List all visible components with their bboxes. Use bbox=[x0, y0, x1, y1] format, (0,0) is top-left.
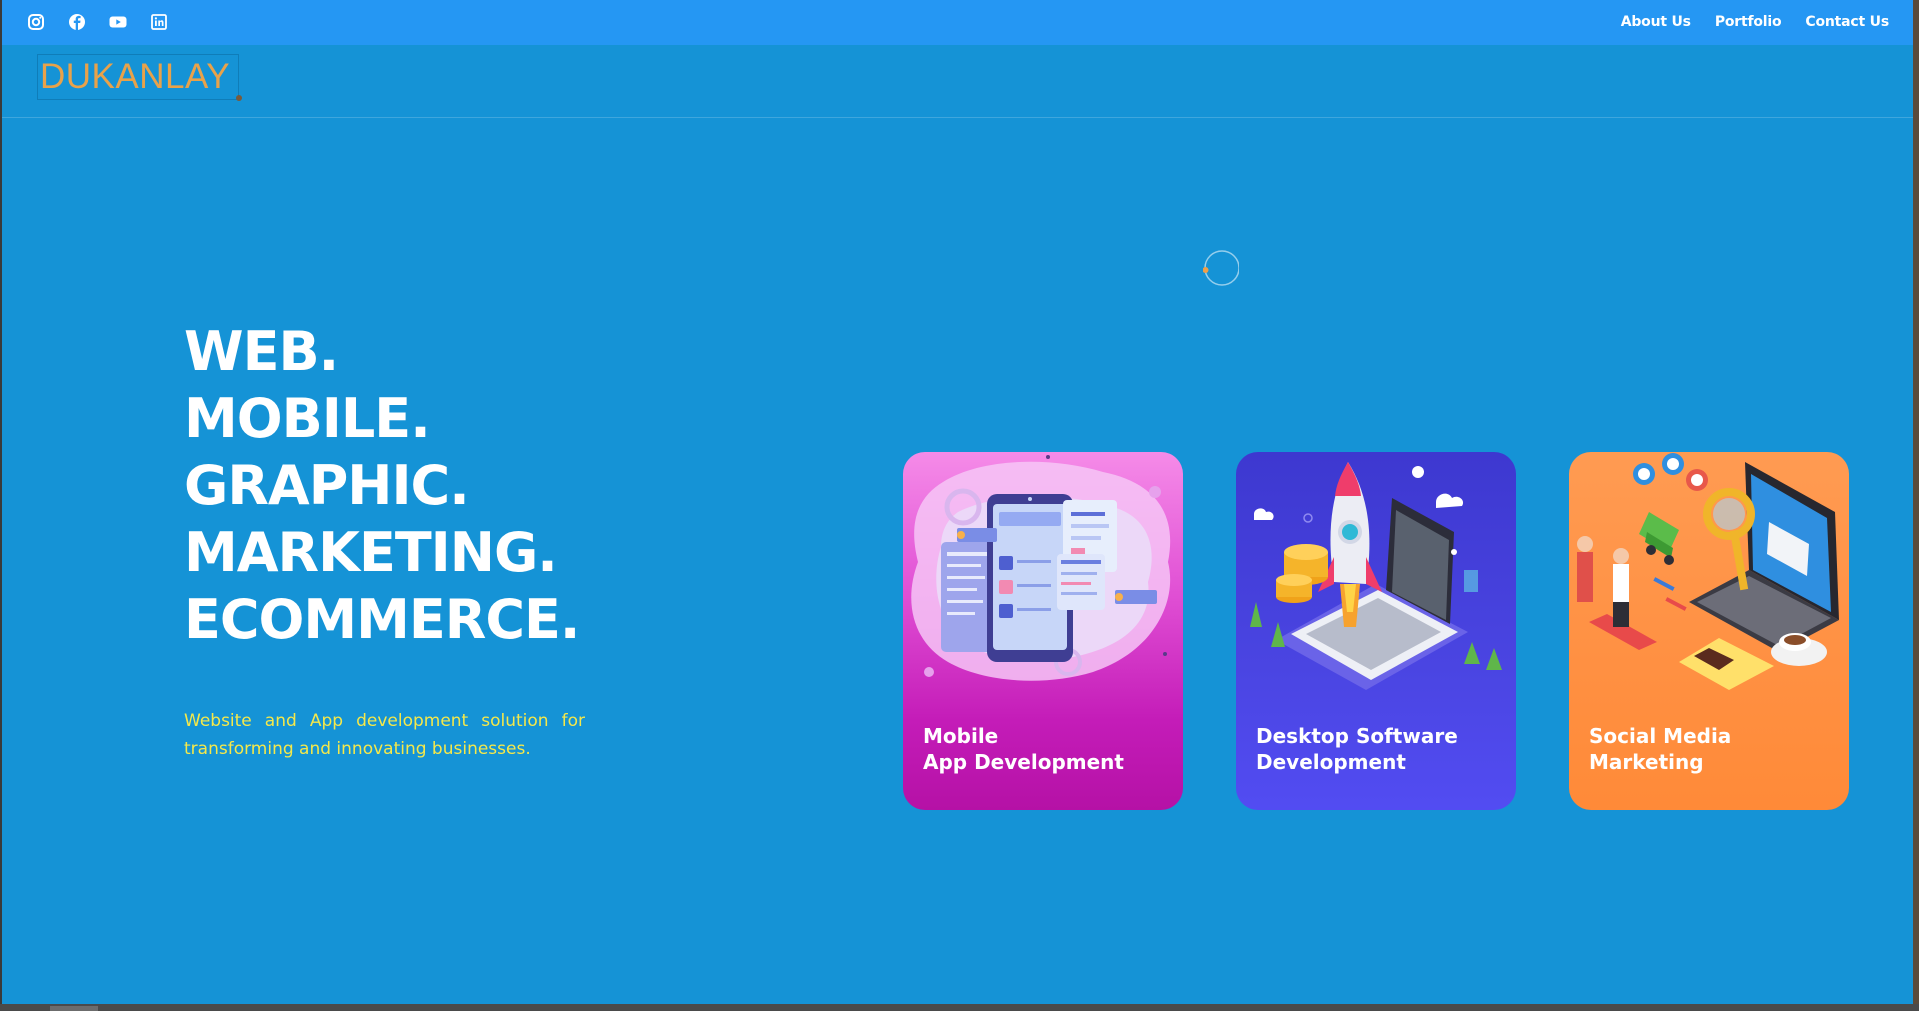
hero-line-ecommerce: ECOMMERCE. bbox=[184, 588, 580, 651]
youtube-icon[interactable] bbox=[108, 12, 128, 32]
service-card-desktop[interactable]: Desktop Software Development bbox=[1236, 452, 1516, 810]
hero-line-marketing: MARKETING. bbox=[184, 521, 558, 584]
window-edge bbox=[1913, 0, 1919, 1011]
card-title: Mobile App Development bbox=[923, 723, 1173, 775]
nav-about-us[interactable]: About Us bbox=[1621, 14, 1691, 30]
social-links bbox=[26, 12, 190, 32]
card-title-line1: Social Media bbox=[1589, 724, 1732, 748]
main-nav: About Us Portfolio Contact Us bbox=[1597, 14, 1889, 30]
horizontal-scrollbar[interactable] bbox=[0, 1004, 1919, 1011]
nav-contact-us[interactable]: Contact Us bbox=[1805, 14, 1889, 30]
hero-line-graphic: GRAPHIC. bbox=[184, 454, 470, 517]
card-title-line1: Mobile bbox=[923, 724, 999, 748]
hero-line-web: WEB. bbox=[184, 320, 339, 383]
top-bar: About Us Portfolio Contact Us bbox=[2, 0, 1913, 45]
page: About Us Portfolio Contact Us DUKANLAY W… bbox=[2, 0, 1913, 1004]
site-logo[interactable]: DUKANLAY bbox=[38, 55, 242, 101]
card-title-line2: App Development bbox=[923, 750, 1124, 774]
logo-text: DUKANLAY bbox=[40, 57, 231, 96]
card-title-line2: Marketing bbox=[1589, 750, 1704, 774]
hero-tagline: Website and App development solution for… bbox=[184, 711, 585, 759]
rocket-laptop-illustration bbox=[1250, 462, 1502, 690]
card-title: Social Media Marketing bbox=[1589, 723, 1839, 775]
facebook-icon[interactable] bbox=[67, 12, 87, 32]
linkedin-icon[interactable] bbox=[149, 12, 169, 32]
logo-dot bbox=[236, 95, 242, 101]
loading-spinner-icon bbox=[1203, 250, 1239, 286]
nav-portfolio[interactable]: Portfolio bbox=[1715, 14, 1782, 30]
hero-line-mobile: MOBILE. bbox=[184, 387, 431, 450]
service-card-mobile[interactable]: Mobile App Development bbox=[903, 452, 1183, 810]
mobile-app-illustration bbox=[911, 455, 1171, 681]
scrollbar-thumb[interactable] bbox=[50, 1006, 98, 1011]
card-title-line1: Desktop Software bbox=[1256, 724, 1458, 748]
site-header: DUKANLAY bbox=[2, 45, 1913, 118]
card-title-line2: Development bbox=[1256, 750, 1406, 774]
hero-heading: WEB. MOBILE. GRAPHIC. MARKETING. ECOMMER… bbox=[184, 318, 580, 653]
instagram-icon[interactable] bbox=[26, 12, 46, 32]
service-card-marketing[interactable]: Social Media Marketing bbox=[1569, 452, 1849, 810]
card-title: Desktop Software Development bbox=[1256, 723, 1506, 775]
marketing-laptop-illustration bbox=[1577, 453, 1839, 690]
